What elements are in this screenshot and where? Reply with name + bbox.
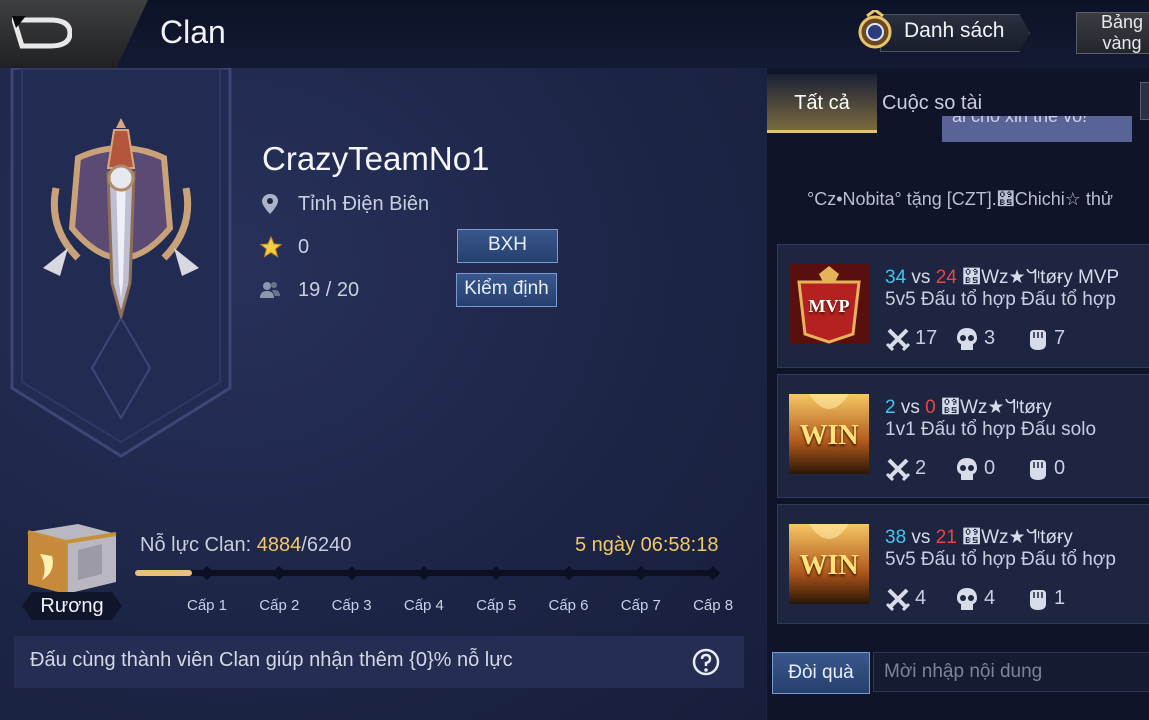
player-name: ঵Wz★ᖻᶦtøɍy (956, 527, 1073, 548)
score-vs: vs (906, 527, 936, 548)
clan-stars: 0 (298, 236, 310, 258)
clan-effort-max: /6240 (301, 534, 352, 556)
score-team: 2 (885, 397, 896, 418)
medal-icon (858, 10, 892, 49)
fist-icon (1030, 460, 1046, 480)
badge-label: WIN (799, 420, 859, 451)
members-icon (260, 282, 280, 298)
fist-icon (1030, 590, 1046, 610)
level-label: Cấp 8 (693, 597, 734, 614)
match-assists: 1 (1054, 587, 1066, 609)
golden-board-label: Bảng vàng (1100, 12, 1144, 53)
tab-all-label: Tất cả (794, 92, 850, 114)
clan-emblem-icon (43, 118, 199, 318)
match-kills: 2 (915, 457, 927, 479)
skull-icon (957, 588, 977, 610)
level-label: Cấp 7 (620, 597, 661, 614)
clan-list-label: Danh sách (904, 19, 1005, 42)
clan-name: CrazyTeamNo1 (262, 140, 490, 177)
back-arrow-icon (12, 16, 72, 49)
level-label: Cấp 4 (403, 597, 444, 614)
clan-effort-prefix: Nỗ lực Clan: (140, 534, 257, 556)
score-vs: vs (906, 267, 936, 288)
clan-members: 19 / 20 (298, 279, 360, 301)
match-kills: 17 (915, 327, 938, 349)
match-mode: 5v5 Đấu tổ hợp Đấu tổ hợp (885, 549, 1116, 570)
hint-text: Đấu cùng thành viên Clan giúp nhận thêm … (30, 649, 513, 671)
player-name: ঵Wz★ᖻᶦtøɍy MVP (956, 267, 1120, 288)
match-assists: 0 (1054, 457, 1066, 479)
score-enemy: 21 (935, 527, 957, 548)
tab-competitions[interactable]: Cuộc so tài (882, 92, 982, 115)
chest-icon[interactable] (22, 520, 120, 598)
match-score: 38 vs 21 ঵Wz★ᖻᶦtøɍy (885, 526, 1073, 549)
score-team: 34 (885, 267, 907, 288)
match-deaths: 0 (984, 457, 996, 479)
fist-icon (1030, 330, 1046, 350)
clan-effort-current: 4884 (256, 534, 302, 556)
badge-label: WIN (799, 550, 859, 581)
match-kills: 4 (915, 587, 927, 609)
level-label: Cấp 6 (548, 597, 589, 614)
skull-icon (957, 328, 977, 350)
match-score: 2 vs 0 ঵Wz★ᖻᶦtøɍy (885, 396, 1052, 419)
badge-label: MVP (808, 296, 850, 316)
chat-message-bubble: ai cho xin thẻ vô! (942, 116, 1132, 142)
help-icon[interactable] (692, 648, 720, 676)
match-score: 34 vs 24 ঵Wz★ᖻᶦtøɍy MVP (885, 266, 1119, 289)
level-label: Cấp 2 (259, 597, 300, 614)
score-team: 38 (885, 527, 907, 548)
score-enemy: 24 (935, 267, 957, 288)
countdown-timer: 5 ngày 06:58:18 (575, 534, 719, 556)
score-vs: vs (895, 397, 926, 418)
score-enemy: 0 (925, 397, 936, 418)
chest-label: Rương (40, 595, 104, 617)
verify-button[interactable]: Kiểm định (456, 273, 557, 307)
location-pin-icon (262, 194, 278, 214)
match-assists: 7 (1054, 327, 1066, 349)
level-label: Cấp 3 (331, 597, 372, 614)
match-deaths: 4 (984, 587, 996, 609)
request-gift-button[interactable]: Đòi quà (772, 652, 870, 694)
tab-scroll-edge (1140, 82, 1149, 120)
crossed-swords-icon (885, 588, 911, 612)
chat-input[interactable] (873, 652, 1149, 692)
match-mode: 5v5 Đấu tổ hợp Đấu tổ hợp (885, 289, 1116, 310)
clan-location: Tỉnh Điện Biên (298, 193, 430, 215)
chat-message-text: ai cho xin thẻ vô! (952, 116, 1088, 126)
player-name: ঵Wz★ᖻᶦtøɍy (935, 397, 1052, 418)
star-icon (260, 236, 282, 258)
skull-icon (957, 458, 977, 480)
ranking-button[interactable]: BXH (457, 229, 558, 263)
effort-progress-fill (135, 570, 192, 576)
level-label: Cấp 1 (186, 597, 228, 614)
gift-system-message: °Cz•Nobita° tặng [CZT].঵Chichi☆ thử (807, 189, 1113, 209)
crossed-swords-icon (885, 328, 911, 352)
level-label: Cấp 5 (476, 597, 517, 614)
crossed-swords-icon (885, 458, 911, 482)
match-deaths: 3 (984, 327, 996, 349)
match-mode: 1v1 Đấu tổ hợp Đấu solo (885, 419, 1097, 440)
page-title: Clan (160, 14, 226, 50)
clan-effort: Nỗ lực Clan: 4884/6240 (140, 534, 351, 557)
